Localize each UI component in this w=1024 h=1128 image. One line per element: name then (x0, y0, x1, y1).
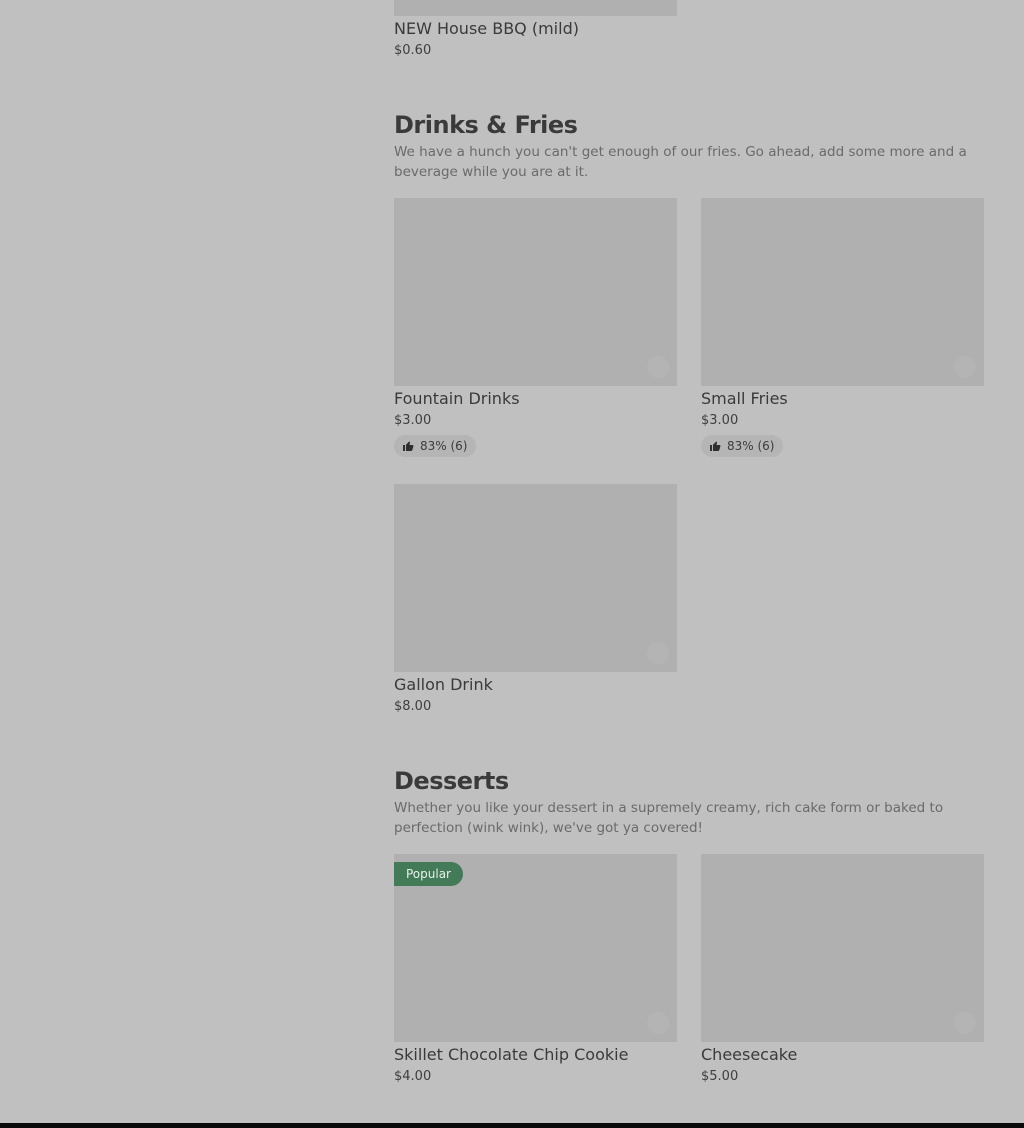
item-name: Cheesecake (701, 1045, 798, 1064)
thumbs-up-icon (403, 441, 414, 451)
item-image[interactable] (394, 198, 677, 386)
item-name: NEW House BBQ (mild) (394, 19, 579, 38)
item-price: $3.00 (394, 413, 432, 428)
section-title-drinks-fries: Drinks & Fries (394, 111, 578, 139)
item-image[interactable] (394, 0, 677, 16)
item-image[interactable] (394, 484, 677, 672)
rating-badge: 83% (6) (701, 435, 784, 457)
rating-text: 83% (6) (727, 439, 775, 453)
rating-text: 83% (6) (420, 439, 468, 453)
item-name: Gallon Drink (394, 675, 493, 694)
menu-item-fountain-drinks[interactable]: Fountain Drinks $3.00 83% (6) (394, 198, 677, 457)
item-image[interactable] (701, 854, 984, 1042)
item-name: Fountain Drinks (394, 389, 520, 408)
section-title-desserts: Desserts (394, 767, 509, 795)
popular-badge: Popular (394, 862, 463, 886)
add-item-icon[interactable] (954, 356, 976, 378)
item-name: Small Fries (701, 389, 788, 408)
item-price: $5.00 (701, 1069, 739, 1084)
menu-item-cheesecake[interactable]: Cheesecake $5.00 (701, 854, 984, 1086)
menu-item-gallon-drink[interactable]: Gallon Drink $8.00 (394, 484, 677, 716)
footer-edge (0, 1123, 1024, 1128)
rating-badge: 83% (6) (394, 435, 477, 457)
add-item-icon[interactable] (954, 1012, 976, 1034)
add-item-icon[interactable] (647, 642, 669, 664)
add-item-icon[interactable] (647, 356, 669, 378)
item-image[interactable] (701, 198, 984, 386)
section-description-desserts: Whether you like your dessert in a supre… (394, 800, 944, 836)
menu-item-skillet-cookie[interactable]: Popular Skillet Chocolate Chip Cookie $4… (394, 854, 677, 1086)
thumbs-up-icon (710, 441, 721, 451)
section-description-drinks-fries: We have a hunch you can't get enough of … (394, 144, 967, 180)
menu-item-small-fries[interactable]: Small Fries $3.00 83% (6) (701, 198, 984, 457)
item-price: $0.60 (394, 43, 432, 58)
item-name: Skillet Chocolate Chip Cookie (394, 1045, 629, 1064)
item-price: $4.00 (394, 1069, 432, 1084)
item-price: $8.00 (394, 699, 432, 714)
item-price: $3.00 (701, 413, 739, 428)
add-item-icon[interactable] (647, 1012, 669, 1034)
item-image[interactable]: Popular (394, 854, 677, 1042)
